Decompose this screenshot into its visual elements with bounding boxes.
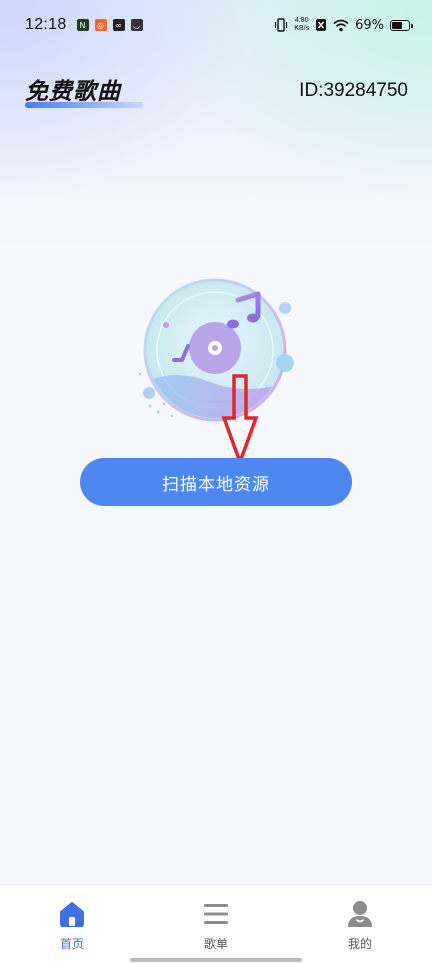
home-indicator <box>130 958 302 962</box>
status-right: 4.80 KB/s 69% <box>274 17 413 33</box>
battery-icon <box>390 19 413 31</box>
nav-item-mine[interactable]: 我的 <box>288 885 432 964</box>
scan-local-resources-button[interactable]: 扫描本地资源 <box>80 458 352 506</box>
network-speed: 4.80 KB/s <box>294 17 309 33</box>
page-title: 免费歌曲 <box>25 79 121 105</box>
red-down-arrow <box>221 374 259 468</box>
title-underline <box>25 102 143 108</box>
notification-icons: N ◎ ∞ ◡ <box>76 19 143 31</box>
status-time: 12:18 <box>25 16 67 33</box>
nav-label-mine: 我的 <box>347 937 372 951</box>
notification-app-icon: ∞ <box>112 19 125 31</box>
nav-label-playlist: 歌单 <box>203 937 228 951</box>
notification-app-icon: ◡ <box>130 19 143 31</box>
nav-item-playlist[interactable]: 歌单 <box>144 885 288 964</box>
bottom-nav: 首页 歌单 我的 <box>0 884 432 964</box>
notification-app-icon: N <box>76 19 89 31</box>
network-speed-unit: KB/s <box>294 25 310 32</box>
network-speed-value: 4.80 <box>294 17 309 24</box>
list-icon <box>201 899 231 929</box>
wifi-icon <box>333 19 349 31</box>
status-bar: 12:18 N ◎ ∞ ◡ 4.80 KB/s 69% <box>0 0 432 50</box>
nav-label-home: 首页 <box>59 937 84 951</box>
user-icon <box>345 899 375 929</box>
vibrate-icon <box>275 18 288 32</box>
sim-off-icon <box>316 19 327 31</box>
home-icon <box>57 899 87 929</box>
battery-percent: 69% <box>355 17 384 33</box>
nav-item-home[interactable]: 首页 <box>0 885 144 964</box>
user-id: ID:39284750 <box>299 80 408 101</box>
battery-fill <box>392 21 402 29</box>
notification-app-icon: ◎ <box>94 19 107 31</box>
